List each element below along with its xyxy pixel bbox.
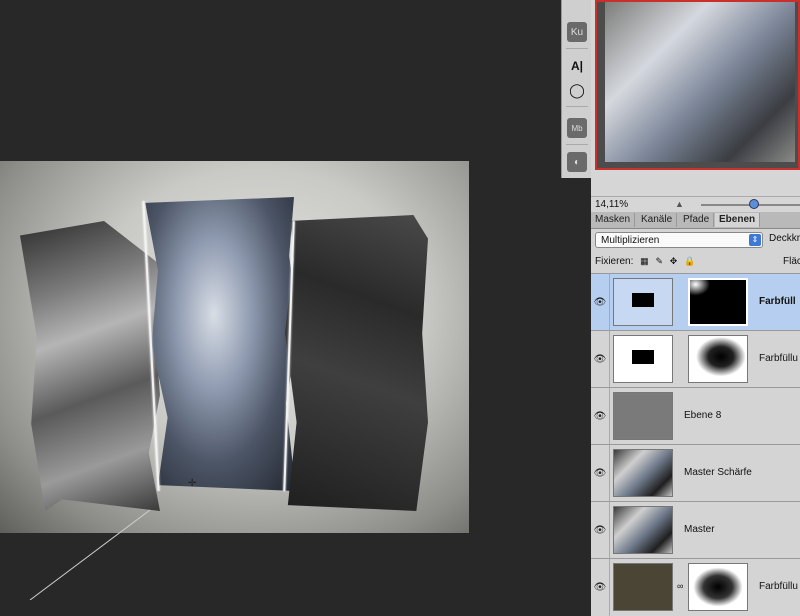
layer-name: Farbfüll [759,296,796,307]
blend-mode-value: Multiplizieren [601,235,660,246]
eye-icon[interactable]: 👁 [591,502,610,559]
tab-ebenen[interactable]: Ebenen [715,213,761,227]
circle-icon[interactable]: ◯ [567,80,587,100]
brush-icon[interactable]: ◐ [567,152,587,172]
chevron-updown-icon: ⇕ [749,234,761,246]
fill-label: Fläc [783,256,800,267]
character-text-icon[interactable]: A| [567,56,587,76]
layer-row[interactable]: 👁 Farbfüllu [591,330,800,388]
layer-name: Ebene 8 [684,410,722,421]
lock-brush-icon[interactable]: ✎ [655,256,663,267]
layer-name: Farbfüllu [759,353,798,364]
tool-divider [566,106,588,107]
tool-divider [566,48,588,49]
layer-thumbnail [613,563,673,611]
layers-panel: Masken Kanäle Pfade Ebenen Multipliziere… [591,212,800,616]
layer-mask-thumbnail[interactable] [688,278,748,326]
tool-divider [566,144,588,145]
tab-masken[interactable]: Masken [591,213,636,227]
zoom-out-icon[interactable]: ▲ [675,199,684,209]
ku-icon[interactable]: Ku [567,22,587,42]
guide-line [29,509,151,600]
lock-move-icon[interactable]: ✥ [670,256,678,267]
eye-icon[interactable]: 👁 [591,445,610,502]
tab-pfade[interactable]: Pfade [679,213,715,227]
zoom-slider-handle[interactable] [749,199,759,209]
blend-mode-select[interactable]: Multiplizieren ⇕ [595,232,763,248]
panel-tabs: Masken Kanäle Pfade Ebenen [591,212,800,229]
layer-name: Master [684,524,715,535]
layer-row[interactable]: 👁 Master Schärfe [591,444,800,502]
canvas-area[interactable]: ✛ [0,0,560,600]
lock-label: Fixieren: [595,256,634,267]
layer-name: Master Schärfe [684,467,752,478]
eye-icon[interactable]: 👁 [591,559,610,616]
layer-mask-thumbnail[interactable] [688,335,748,383]
layer-thumbnail [613,392,673,440]
tool-strip: Ku A| ◯ Mb ◐ [561,0,593,178]
mb-icon[interactable]: Mb [567,118,587,138]
zoom-row: 14,11% ▲ [591,196,800,213]
lock-row: Fixieren: ▦ ✎ ✥ 🔒 [595,256,695,267]
layer-row[interactable]: 👁 Ebene 8 [591,387,800,445]
layer-mask-thumbnail[interactable] [688,563,748,611]
navigator-panel [591,0,800,196]
layer-name: Farbfüllu [759,581,798,592]
opacity-label: Deckkr [769,233,800,244]
eye-icon[interactable]: 👁 [591,331,610,388]
layer-thumbnail [613,335,673,383]
layer-thumbnail [613,278,673,326]
lock-transparency-icon[interactable]: ▦ [640,256,649,267]
navigator-thumbnail[interactable] [595,0,800,170]
eye-icon[interactable]: 👁 [591,388,610,445]
link-icon: ∞ [677,581,684,591]
layer-thumbnail [613,506,673,554]
navigator-preview-image [605,2,795,162]
layer-thumbnail [613,449,673,497]
tab-kanaele[interactable]: Kanäle [637,213,678,227]
layer-row[interactable]: 👁 Master [591,501,800,559]
lock-all-icon[interactable]: 🔒 [684,256,695,267]
zoom-value[interactable]: 14,11% [595,199,628,210]
layer-row[interactable]: 👁 ∞ Farbfüllu [591,558,800,616]
layer-row[interactable]: 👁 Farbfüll [591,273,800,331]
eye-icon[interactable]: 👁 [591,274,610,331]
